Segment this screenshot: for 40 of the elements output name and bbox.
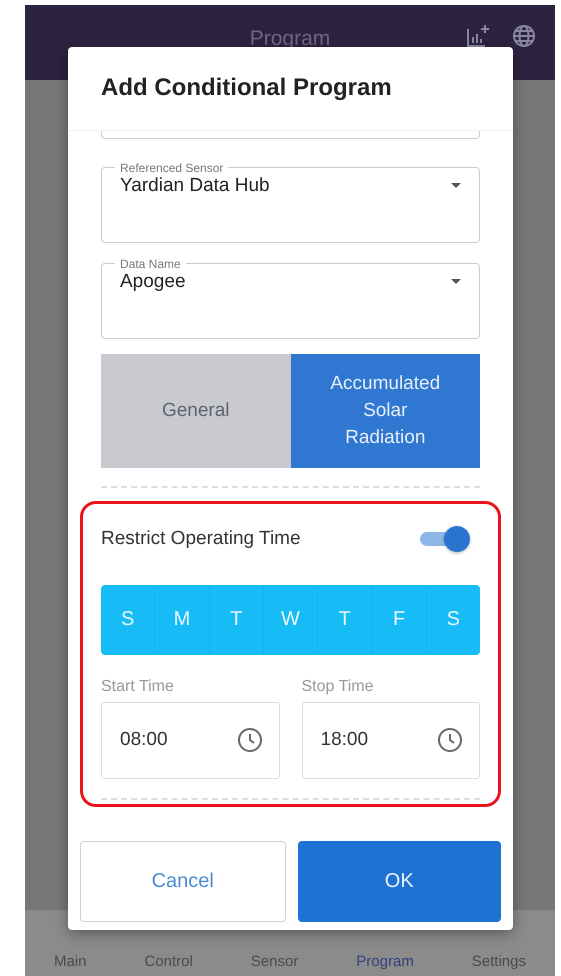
field-label: Stop Time — [302, 678, 375, 696]
dropdown-caret-icon — [451, 182, 461, 188]
toggle-switch[interactable] — [418, 524, 470, 554]
setting-label: Restrict Operating Time — [101, 528, 301, 550]
ok-button[interactable]: OK — [298, 840, 501, 922]
field-label: Referenced Sensor — [119, 160, 224, 174]
field-label: Data Name — [119, 256, 182, 270]
clock-icon — [437, 727, 463, 753]
nav-tab[interactable]: Settings — [468, 953, 530, 970]
weekday-toggle[interactable]: T — [318, 584, 372, 654]
add-chart-button[interactable] — [465, 23, 491, 49]
nav-tab[interactable]: Sensor — [246, 953, 302, 970]
segment-tab[interactable]: Accumulated Solar Radiation — [290, 354, 480, 468]
cancel-button[interactable]: Cancel — [80, 840, 286, 922]
dropdown-caret-icon — [451, 278, 461, 284]
chart-plus-icon — [465, 23, 491, 49]
time-field[interactable]: 18:00 — [302, 702, 480, 778]
weekday-toggle[interactable]: S — [426, 584, 480, 654]
globe-icon — [511, 23, 537, 49]
field-value: Apogee — [120, 270, 187, 292]
field-label: Start Time — [101, 678, 175, 696]
time-value: 18:00 — [320, 729, 368, 751]
weekday-toggle[interactable]: F — [372, 584, 427, 654]
weekday-toggle[interactable]: S — [101, 584, 156, 654]
clock-icon — [236, 727, 262, 753]
nav-tab[interactable]: Main — [50, 953, 90, 970]
weekday-toggle[interactable]: M — [155, 584, 210, 654]
time-field[interactable]: 08:00 — [101, 702, 280, 778]
time-value: 08:00 — [120, 729, 168, 751]
field-value: Yardian Data Hub — [120, 174, 271, 196]
dropdown-field[interactable]: Data Name Apogee — [101, 256, 480, 338]
weekday-toggle[interactable]: W — [264, 584, 318, 654]
segment-tab[interactable]: General — [101, 354, 290, 468]
screen-title: Program — [250, 27, 330, 51]
nav-tab[interactable]: Program — [352, 953, 418, 970]
dialog-title: Add Conditional Program — [101, 74, 392, 102]
dropdown-field[interactable]: Referenced Sensor Yardian Data Hub — [101, 160, 480, 242]
nav-tab[interactable]: Control — [140, 953, 197, 970]
language-button[interactable] — [511, 23, 537, 49]
weekday-toggle[interactable]: T — [210, 584, 264, 654]
